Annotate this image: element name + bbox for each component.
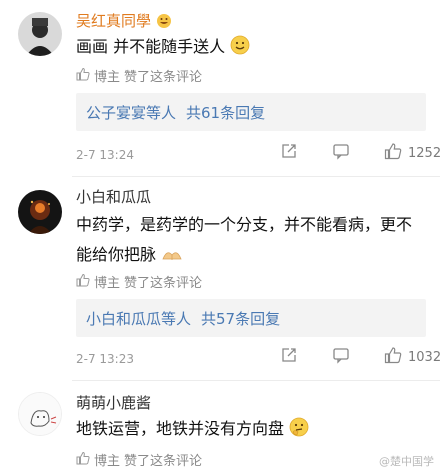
emoji-grin-icon [156, 13, 172, 33]
comment-text: 画画 并不能随手送人 [76, 32, 426, 65]
like-button[interactable]: 1252 [384, 142, 440, 164]
liked-text: 赞了这条评论 [124, 70, 203, 85]
comment-text: 中药学，是药学的一个分支，并不能看病，更不能给你把脉 [76, 210, 426, 273]
liked-by: 博主 [94, 70, 121, 85]
thumb-up-icon [76, 451, 90, 469]
username-text[interactable]: 萌萌小鹿酱 [76, 394, 151, 412]
thumb-up-icon [76, 67, 90, 85]
username-text[interactable]: 吴红真同學 [76, 12, 151, 30]
praying-hands-emoji [161, 243, 183, 273]
thumb-up-icon [384, 142, 402, 164]
like-button[interactable]: 1032 [384, 346, 440, 368]
comment-icon[interactable] [332, 346, 350, 368]
reply-users[interactable]: 小白和瓜瓜等人 [86, 308, 191, 329]
share-icon[interactable] [280, 346, 298, 368]
liked-text: 赞了这条评论 [124, 454, 203, 469]
blogger-liked: 博主 赞了这条评论 [76, 272, 202, 291]
reply-summary[interactable]: 小白和瓜瓜等人 共57条回复 [76, 299, 426, 337]
comment-actions: 1032 [280, 346, 440, 368]
avatar[interactable] [18, 190, 62, 234]
comment-icon[interactable] [332, 142, 350, 164]
thinking-emoji [289, 417, 309, 447]
comment-text: 地铁运营，地铁并没有方向盘 [76, 414, 426, 447]
avatar[interactable] [18, 392, 62, 436]
timestamp: 2-7 13:24 [76, 148, 134, 162]
comment-text-body: 地铁运营，地铁并没有方向盘 [76, 419, 285, 438]
liked-text: 赞了这条评论 [124, 276, 203, 291]
username-text[interactable]: 小白和瓜瓜 [76, 188, 151, 206]
watermark: @楚中国学 [379, 453, 434, 469]
username[interactable]: 萌萌小鹿酱 [76, 392, 151, 413]
divider [72, 380, 440, 381]
blogger-liked: 博主 赞了这条评论 [76, 66, 202, 85]
username[interactable]: 小白和瓜瓜 [76, 186, 151, 207]
liked-by: 博主 [94, 276, 121, 291]
watermark-text: @楚中国学 [379, 455, 434, 468]
liked-by: 博主 [94, 454, 121, 469]
reply-summary[interactable]: 公子宴宴等人 共61条回复 [76, 93, 426, 131]
comment-actions: 1252 [280, 142, 440, 164]
share-icon[interactable] [280, 142, 298, 164]
thumb-up-icon [76, 273, 90, 291]
blogger-liked: 博主 赞了这条评论 [76, 450, 202, 469]
divider [72, 176, 440, 177]
smile-emoji [230, 35, 250, 65]
comment-text-body: 画画 并不能随手送人 [76, 37, 226, 56]
like-count: 1252 [408, 145, 440, 161]
like-count: 1032 [408, 349, 440, 365]
thumb-up-icon [384, 346, 402, 368]
username[interactable]: 吴红真同學 [76, 10, 172, 33]
comment-text-body: 中药学，是药学的一个分支，并不能看病，更不能给你把脉 [76, 215, 413, 264]
reply-users[interactable]: 公子宴宴等人 [86, 102, 176, 123]
reply-count[interactable]: 共57条回复 [201, 308, 280, 329]
reply-count[interactable]: 共61条回复 [186, 102, 265, 123]
timestamp: 2-7 13:23 [76, 352, 134, 366]
avatar[interactable] [18, 12, 62, 56]
